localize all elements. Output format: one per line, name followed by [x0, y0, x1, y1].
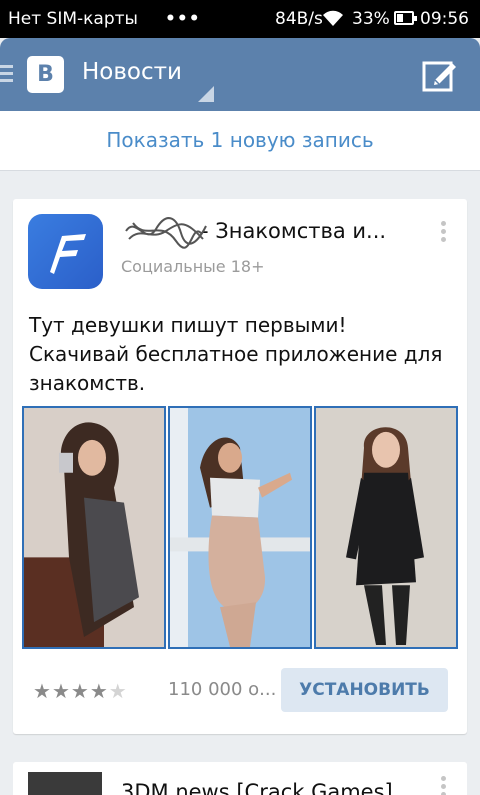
star-icon: ★	[51, 679, 71, 703]
carrier-label: Нет SIM-карты	[8, 9, 138, 29]
next-post-title[interactable]: 3DM news [Crack Games]	[121, 780, 393, 795]
clock: 09:56	[420, 9, 469, 29]
star-icon: ★	[70, 679, 90, 703]
photo-2[interactable]	[168, 406, 312, 649]
vk-logo-icon: B	[27, 56, 64, 93]
more-options-icon[interactable]	[438, 221, 448, 247]
rating-stars: ★★★★★	[33, 679, 128, 703]
star-icon: ★	[89, 679, 109, 703]
wifi-icon	[320, 8, 346, 33]
notification-dots: •••	[165, 9, 201, 29]
post-text: Тут девушки пишут первыми! Скачивай бесп…	[29, 313, 443, 395]
compose-icon[interactable]	[421, 56, 459, 94]
install-button[interactable]: УСТАНОВИТЬ	[281, 668, 448, 712]
page-title[interactable]: Новости	[82, 59, 182, 85]
photo-1[interactable]	[22, 406, 166, 649]
app-title[interactable]: - Знакомства и...	[121, 217, 421, 249]
star-icon: ★	[33, 679, 52, 703]
battery-percent: 33%	[352, 9, 390, 29]
photo-gallery	[22, 406, 458, 649]
more-options-icon[interactable]	[438, 776, 448, 795]
redaction-scribble	[125, 217, 207, 249]
star-empty-icon: ★	[108, 679, 128, 703]
app-title-text: - Знакомства и...	[201, 219, 387, 243]
app-header: B Новости	[0, 38, 480, 111]
post-avatar[interactable]	[28, 772, 102, 795]
photo-3[interactable]	[314, 406, 458, 649]
status-bar: Нет SIM-карты ••• 84B/s 33% 09:56	[0, 0, 480, 38]
app-category: Социальные 18+	[121, 257, 265, 276]
next-post-card[interactable]: 3DM news [Crack Games]	[13, 762, 467, 795]
show-new-posts-button[interactable]: Показать 1 новую запись	[0, 111, 480, 171]
menu-icon[interactable]	[0, 65, 13, 83]
ad-footer: ★★★★★ 110 000 о... УСТАНОВИТЬ	[13, 659, 467, 715]
dropdown-corner-icon[interactable]	[198, 86, 214, 102]
install-count: 110 000 о...	[168, 679, 277, 700]
app-icon[interactable]	[28, 214, 103, 289]
network-speed: 84B/s	[275, 9, 323, 29]
battery-icon	[394, 11, 417, 25]
ad-post-card: - Знакомства и... Социальные 18+ Тут дев…	[13, 199, 467, 734]
